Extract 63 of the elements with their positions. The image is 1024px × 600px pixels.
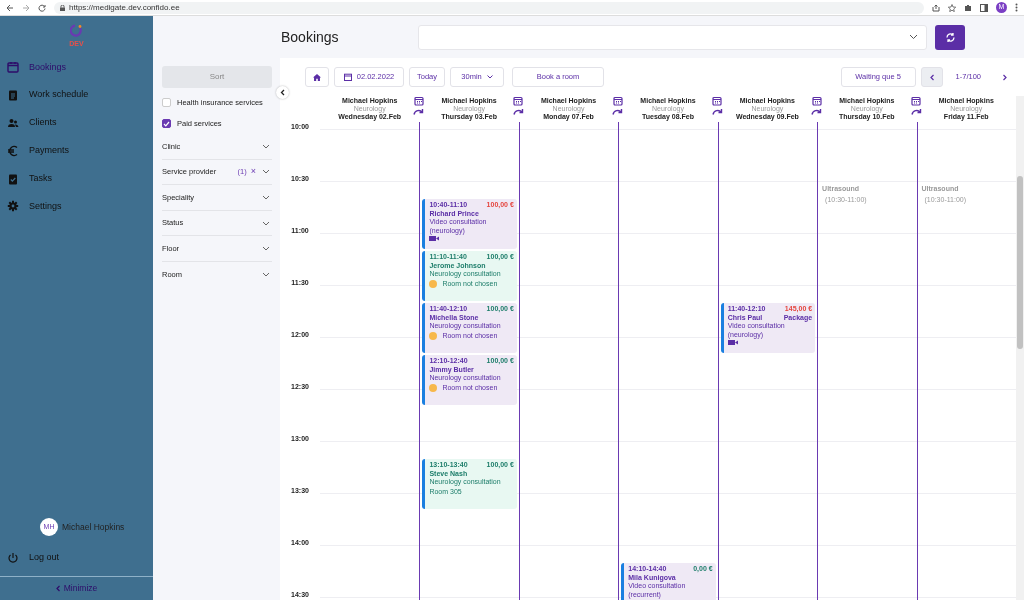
redo-arrow-icon[interactable] (512, 108, 524, 115)
chevron-left-icon (280, 89, 285, 96)
calendar-icon (343, 73, 352, 81)
calendar-icon[interactable] (413, 96, 424, 106)
reload-icon[interactable] (38, 3, 46, 12)
checkbox[interactable] (162, 119, 171, 128)
sidebar-icon[interactable] (980, 3, 988, 12)
nav-item[interactable]: Clients (0, 109, 153, 137)
chevron-left-icon (929, 73, 934, 81)
puzzle-icon[interactable] (964, 3, 972, 12)
clear-filter-button[interactable]: × (250, 165, 256, 179)
chevron-down-icon (262, 272, 270, 278)
redo-arrow-icon[interactable] (910, 108, 922, 115)
home-icon (313, 72, 321, 82)
calendar-icon (7, 61, 19, 74)
warning-icon (429, 331, 438, 340)
page-title: Bookings (281, 27, 340, 47)
refresh-icon (944, 31, 956, 43)
calendar-icon[interactable] (811, 96, 822, 106)
chevron-right-icon (1002, 73, 1007, 81)
url-text[interactable]: https://medigate.dev.confido.ee (69, 1, 180, 14)
redo-arrow-icon[interactable] (413, 108, 425, 115)
home-button[interactable] (305, 67, 329, 87)
redo-arrow-icon[interactable] (711, 108, 723, 115)
previous-page-button[interactable] (920, 67, 943, 87)
more-icon[interactable] (1015, 3, 1018, 12)
nav-item[interactable]: Settings (0, 192, 153, 221)
chevron-left-icon (55, 585, 60, 592)
checklist-icon (7, 172, 19, 185)
redo-arrow-icon[interactable] (612, 108, 624, 115)
star-icon[interactable] (948, 3, 956, 12)
redo-arrow-icon[interactable] (811, 108, 823, 115)
chevron-down-icon (486, 75, 493, 79)
chevron-down-icon (262, 195, 270, 200)
chevron-down-icon (909, 34, 918, 40)
scrollbar[interactable] (1016, 96, 1024, 600)
logout-link[interactable]: Log out (0, 544, 153, 572)
nav-item[interactable]: Work schedule (0, 81, 153, 110)
power-icon (7, 552, 19, 565)
warning-icon (429, 383, 438, 392)
chevron-down-icon (262, 143, 270, 149)
chevron-down-icon (262, 169, 270, 175)
chevron-down-icon (262, 246, 270, 252)
clipboard-icon (7, 89, 19, 102)
chevron-down-icon (262, 220, 270, 226)
euro-icon (7, 144, 19, 157)
user-name: Michael Hopkins (62, 520, 125, 534)
back-icon[interactable] (6, 3, 14, 12)
gear-icon (7, 200, 19, 213)
lock-icon (60, 4, 65, 11)
calendar-icon[interactable] (513, 96, 524, 106)
share-icon[interactable] (932, 3, 940, 12)
calendar-icon[interactable] (712, 96, 723, 106)
select-field[interactable] (418, 24, 927, 50)
calendar-icon[interactable] (911, 96, 922, 106)
warning-icon (429, 279, 438, 288)
people-icon (7, 117, 19, 129)
scrollbar-thumb[interactable] (1017, 176, 1023, 349)
logo-icon (70, 24, 83, 37)
refresh-button[interactable] (935, 24, 965, 50)
nav-item[interactable]: Tasks (0, 164, 153, 193)
calendar-icon[interactable] (612, 96, 623, 106)
nav-item[interactable]: Payments (0, 136, 153, 165)
